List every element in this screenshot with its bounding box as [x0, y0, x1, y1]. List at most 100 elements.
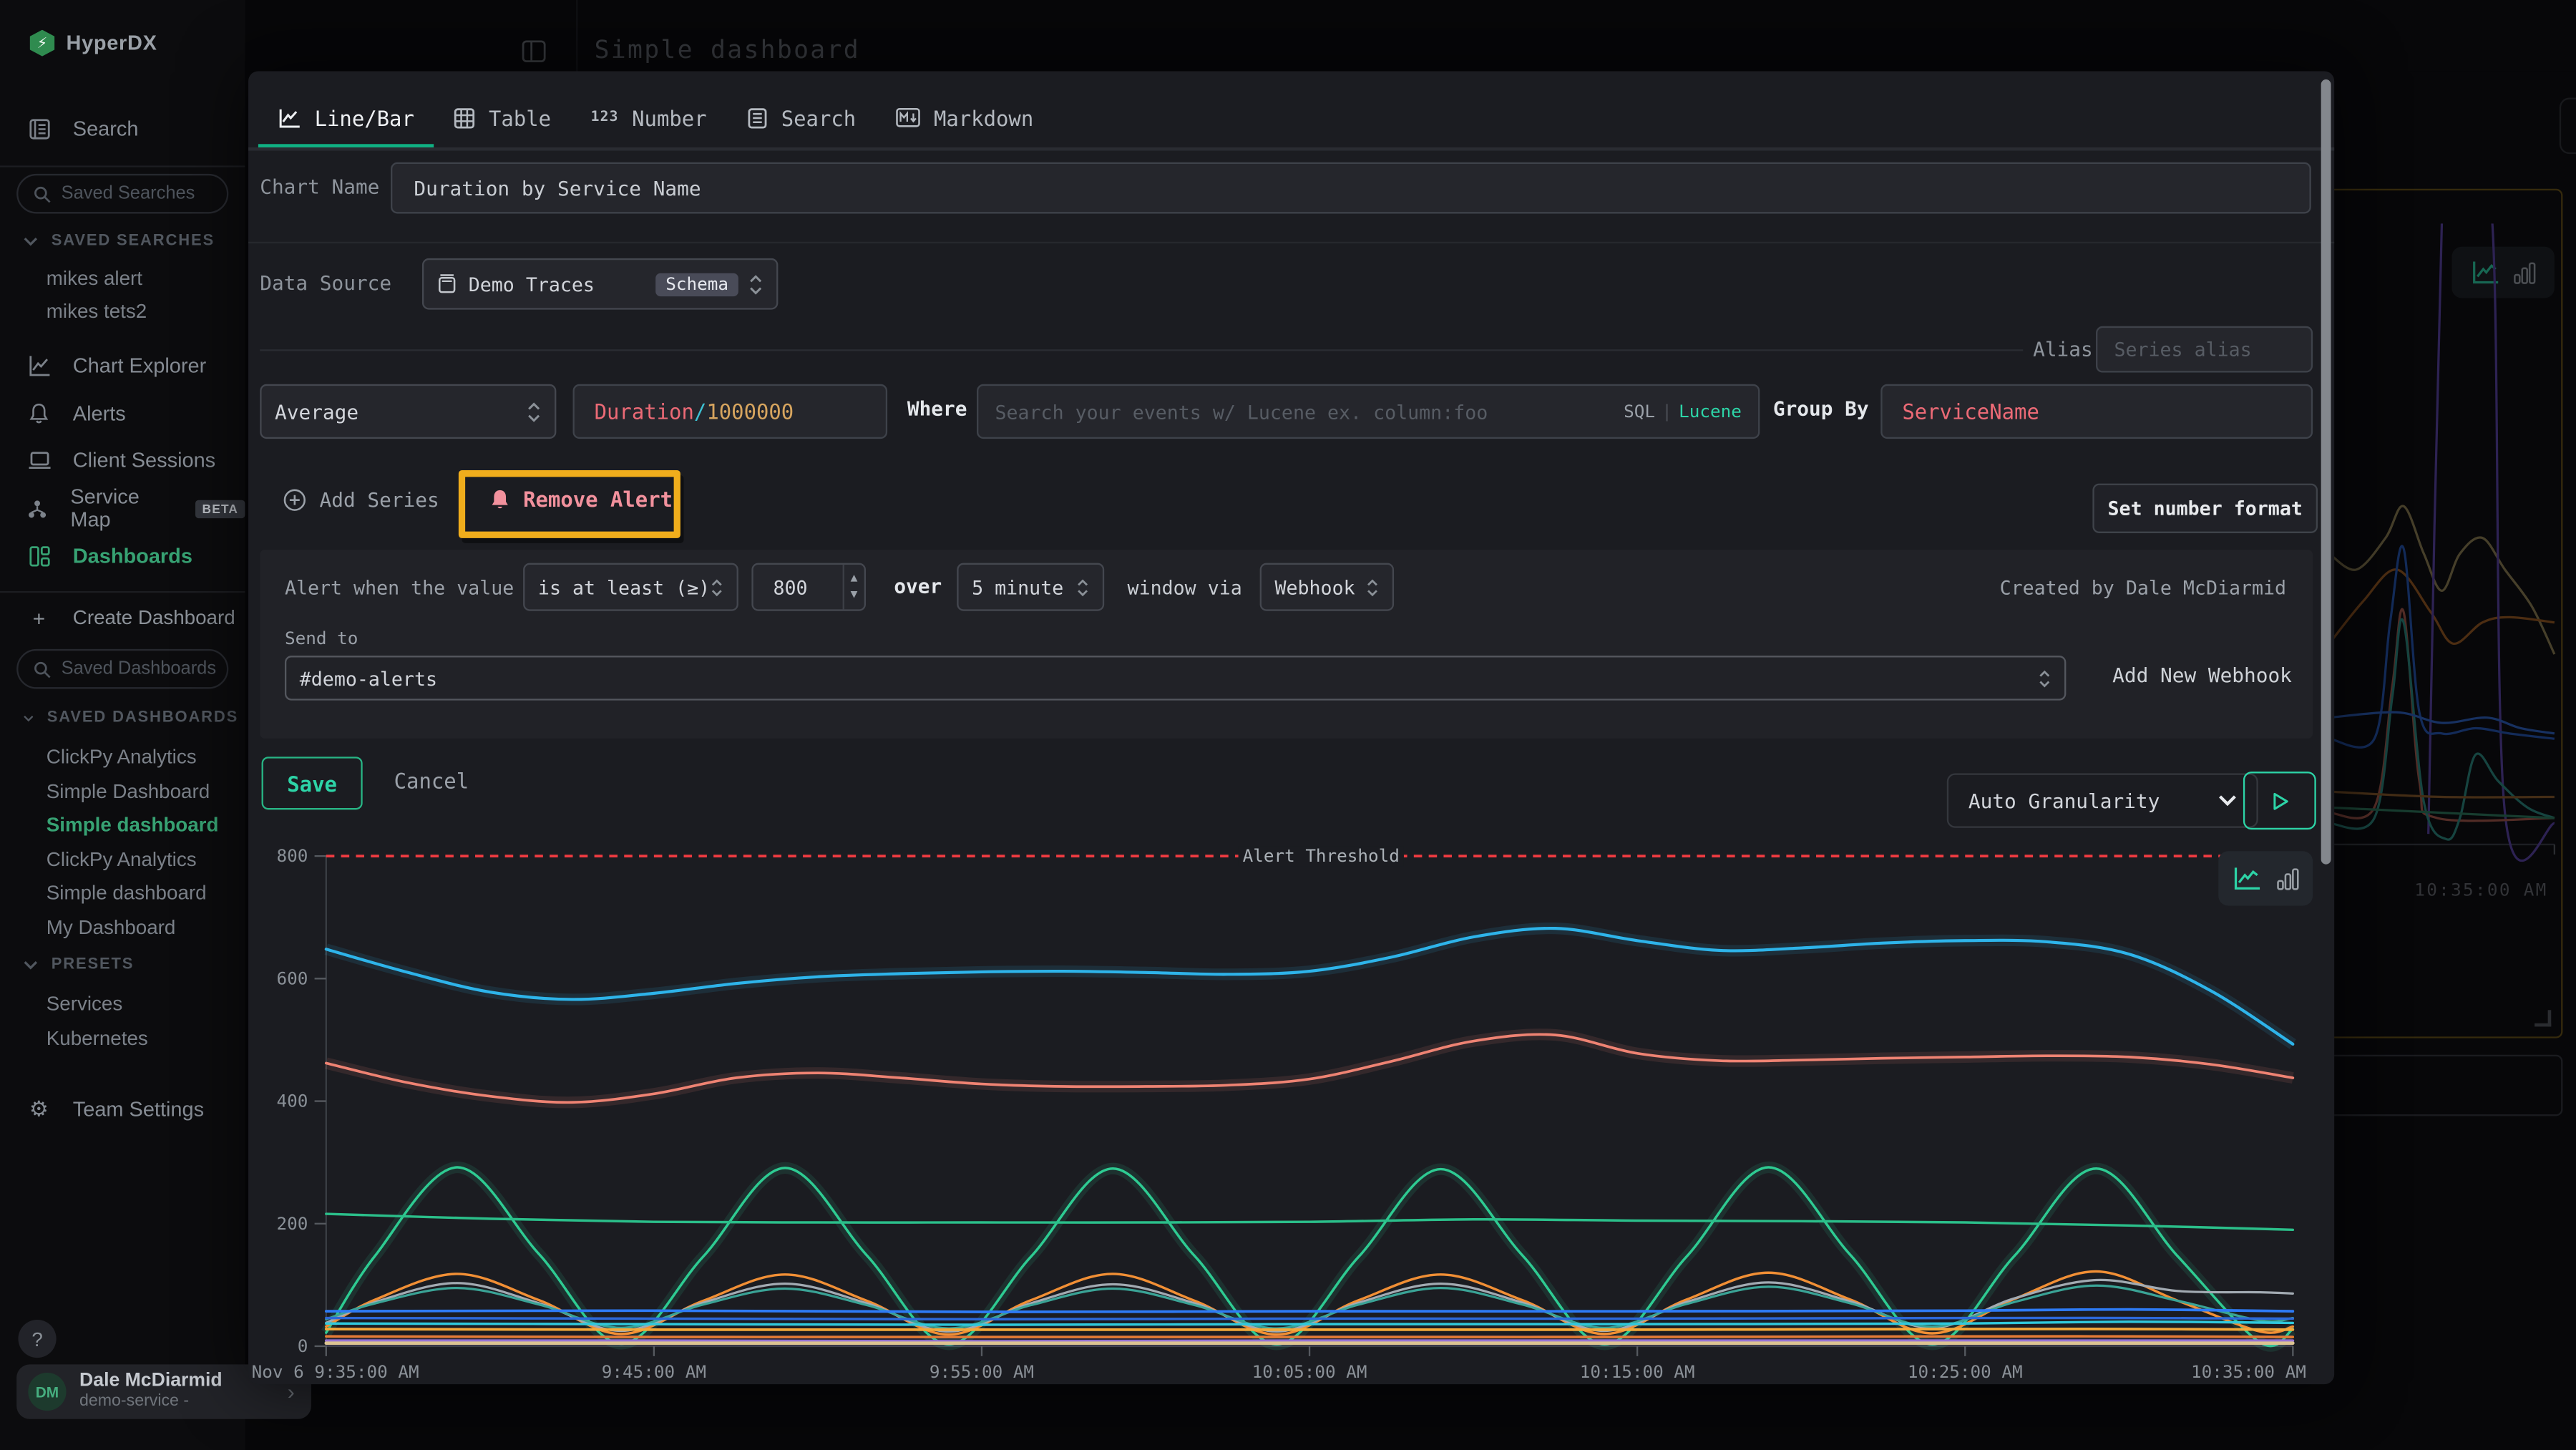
- svg-text:Alert Threshold: Alert Threshold: [1243, 845, 1400, 866]
- send-to-select[interactable]: #demo-alerts: [285, 656, 2066, 700]
- chevron-down-icon: [2218, 795, 2236, 807]
- plus-icon: +: [26, 605, 52, 631]
- sidebar-item-dashboards[interactable]: Dashboards: [0, 532, 245, 580]
- aggregation-select[interactable]: Average: [260, 384, 556, 439]
- sidebar-item-chart-explorer[interactable]: Chart Explorer: [0, 343, 245, 390]
- sidebar-item-service-map[interactable]: Service MapBETA: [0, 485, 245, 532]
- field-expression-input[interactable]: Duration/1000000: [573, 384, 888, 439]
- bell-icon: [26, 402, 52, 425]
- tab-table[interactable]: Table: [434, 93, 571, 142]
- save-button[interactable]: Save: [262, 756, 363, 809]
- chart-edit-modal: Line/BarTable123NumberSearchMarkdown Cha…: [248, 71, 2334, 1384]
- group-by-input[interactable]: ServiceName: [1880, 384, 2313, 439]
- database-icon: [437, 273, 457, 295]
- modal-scrollbar[interactable]: [2321, 79, 2331, 865]
- presets-header[interactable]: PRESETS: [23, 955, 238, 973]
- data-source-label: Data Source: [260, 271, 391, 294]
- stepper-icon[interactable]: ▲▼: [842, 565, 864, 609]
- svg-text:10:15:00 AM: 10:15:00 AM: [1580, 1361, 1695, 1382]
- saved-dashboard-item[interactable]: Simple dashboard: [0, 876, 245, 910]
- saved-dashboard-item[interactable]: Simple dashboard: [0, 808, 245, 842]
- svg-text:0: 0: [298, 1335, 308, 1356]
- run-query-button[interactable]: [2243, 772, 2316, 829]
- granularity-select[interactable]: Auto Granularity: [1947, 773, 2258, 827]
- svg-text:200: 200: [276, 1213, 308, 1234]
- tab-line-bar[interactable]: Line/Bar: [258, 93, 434, 142]
- chart-icon: [26, 355, 52, 378]
- line-icon: [278, 107, 301, 128]
- preset-item[interactable]: Kubernetes: [0, 1021, 245, 1056]
- data-source-select[interactable]: Demo Traces Schema: [422, 258, 778, 310]
- updown-icon: [2038, 668, 2051, 688]
- brand-name: HyperDX: [67, 31, 157, 54]
- preset-item[interactable]: Services: [0, 987, 245, 1022]
- md-icon: [896, 107, 921, 127]
- nodes-icon: [26, 497, 49, 519]
- help-button[interactable]: ?: [18, 1320, 56, 1358]
- saved-dashboard-item[interactable]: ClickPy Analytics: [0, 740, 245, 774]
- sidebar-item-team-settings[interactable]: ⚙ Team Settings: [0, 1086, 245, 1133]
- svg-text:9:55:00 AM: 9:55:00 AM: [930, 1361, 1034, 1382]
- saved-dashboards-input[interactable]: Saved Dashboards: [16, 649, 228, 689]
- chart-name-label: Chart Name: [260, 175, 379, 198]
- alias-input[interactable]: Series alias: [2096, 326, 2313, 373]
- cancel-button[interactable]: Cancel: [394, 769, 469, 794]
- app-root: Simple dashboard 0 Tags ⋮ 10:35:00 AM ⚡ …: [0, 0, 2576, 1450]
- saved-searches-header[interactable]: SAVED SEARCHES: [23, 232, 238, 250]
- set-number-format-button[interactable]: Set number format: [2092, 484, 2318, 533]
- sidebar: ⚡ HyperDX Search Saved Searches SAVED SE…: [0, 0, 245, 1450]
- saved-dashboard-item[interactable]: My Dashboard: [0, 910, 245, 943]
- chart-type-toggle[interactable]: [2218, 851, 2313, 905]
- svg-text:Nov 6 9:35:00 AM: Nov 6 9:35:00 AM: [252, 1361, 419, 1382]
- play-icon: [2270, 791, 2288, 811]
- updown-icon: [748, 273, 763, 296]
- alert-condition-select[interactable]: is at least (≥): [523, 563, 738, 611]
- table-icon: [454, 107, 475, 128]
- chevron-down-icon: [23, 960, 38, 970]
- sidebar-item-client-sessions[interactable]: Client Sessions: [0, 437, 245, 485]
- gear-icon: ⚙: [26, 1096, 52, 1123]
- updown-icon: [711, 577, 724, 597]
- tab-markdown[interactable]: Markdown: [876, 93, 1053, 142]
- alert-config-panel: Alert when the value is at least (≥) 800…: [260, 550, 2313, 739]
- preview-chart: 0200400600800Nov 6 9:35:00 AM9:45:00 AM9…: [248, 836, 2318, 1384]
- schema-badge: Schema: [655, 273, 738, 296]
- magnifier-icon: [33, 660, 51, 678]
- saved-searches-input[interactable]: Saved Searches: [16, 174, 228, 214]
- svg-text:400: 400: [276, 1091, 308, 1111]
- user-name: Dale McDiarmid: [79, 1371, 223, 1393]
- svg-text:10:25:00 AM: 10:25:00 AM: [1908, 1361, 2023, 1382]
- alert-channel-select[interactable]: Webhook: [1260, 563, 1394, 611]
- hyperdx-logo-icon: ⚡: [30, 30, 55, 57]
- search-doc-icon: [26, 117, 52, 140]
- group-by-label: Group By: [1773, 397, 1869, 420]
- updown-icon: [527, 400, 542, 423]
- chart-name-input[interactable]: Duration by Service Name: [391, 162, 2311, 214]
- add-new-webhook-link[interactable]: Add New Webhook: [2112, 664, 2292, 687]
- saved-dashboards-header[interactable]: SAVED DASHBOARDS: [23, 709, 238, 726]
- sql-lucene-toggle[interactable]: SQL|Lucene: [1624, 402, 1742, 422]
- grid-icon: [26, 544, 52, 567]
- saved-dashboard-item[interactable]: Simple Dashboard: [0, 774, 245, 808]
- add-series-button[interactable]: Add Series: [283, 489, 439, 512]
- sidebar-item-alerts[interactable]: Alerts: [0, 390, 245, 437]
- svg-text:800: 800: [276, 845, 308, 866]
- tab-number[interactable]: 123Number: [571, 93, 727, 142]
- brand-logo[interactable]: ⚡ HyperDX: [30, 30, 157, 57]
- alert-threshold-input[interactable]: 800 ▲▼: [751, 563, 866, 611]
- line-chart-icon: [2233, 866, 2260, 891]
- over-label: over: [894, 575, 942, 598]
- modal-tabs: Line/BarTable123NumberSearchMarkdown: [258, 93, 1053, 142]
- saved-search-item[interactable]: mikes tets2: [0, 295, 245, 328]
- sidebar-item-search[interactable]: Search: [0, 106, 245, 152]
- alert-window-select[interactable]: 5 minute: [957, 563, 1104, 611]
- magnifier-icon: [33, 185, 51, 203]
- highlight-box: [459, 470, 680, 538]
- tab-search[interactable]: Search: [726, 93, 876, 142]
- saved-dashboard-item[interactable]: ClickPy Analytics: [0, 842, 245, 875]
- send-to-label: Send to: [285, 629, 358, 649]
- beta-badge: BETA: [195, 500, 245, 517]
- saved-search-item[interactable]: mikes alert: [0, 262, 245, 295]
- create-dashboard-button[interactable]: + Create Dashboard: [0, 598, 245, 638]
- where-search-input[interactable]: Search your events w/ Lucene ex. column:…: [977, 384, 1760, 439]
